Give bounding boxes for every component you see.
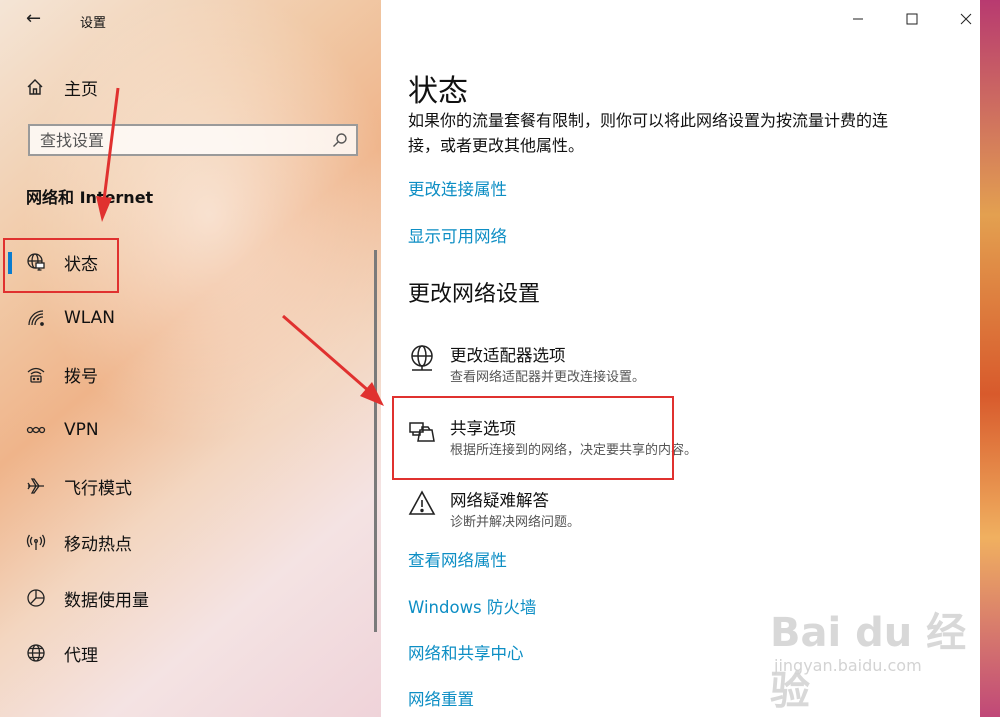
airplane-icon bbox=[26, 476, 46, 496]
change-connection-properties-link[interactable]: 更改连接属性 bbox=[408, 176, 507, 200]
sidebar-scrollbar[interactable] bbox=[374, 250, 377, 632]
data-usage-icon bbox=[26, 588, 46, 608]
sharing-icon bbox=[408, 417, 436, 445]
maximize-icon bbox=[906, 13, 918, 25]
sidebar-item-proxy[interactable]: 代理 bbox=[0, 633, 381, 673]
option-title: 更改适配器选项 bbox=[450, 346, 566, 365]
sidebar-item-label: 移动热点 bbox=[64, 534, 132, 555]
search-input[interactable] bbox=[30, 126, 330, 154]
sidebar-item-label: VPN bbox=[64, 420, 99, 440]
adapter-icon bbox=[408, 344, 436, 372]
sidebar-section-title: 网络和 Internet bbox=[26, 188, 154, 207]
close-icon bbox=[960, 13, 972, 25]
settings-window: ← 设置 主页 网络和 Internet 状态 bbox=[0, 0, 980, 717]
sidebar-item-label: 飞行模式 bbox=[64, 478, 132, 499]
wifi-icon bbox=[26, 308, 46, 328]
desktop-wallpaper bbox=[980, 0, 1000, 717]
sidebar-item-data-usage[interactable]: 数据使用量 bbox=[0, 578, 381, 618]
home-label: 主页 bbox=[64, 79, 98, 100]
globe-icon bbox=[26, 643, 46, 663]
search-box[interactable] bbox=[28, 124, 358, 156]
sidebar-item-vpn[interactable]: VPN bbox=[0, 410, 381, 450]
network-sharing-center-link[interactable]: 网络和共享中心 bbox=[408, 640, 524, 664]
view-network-properties-link[interactable]: 查看网络属性 bbox=[408, 547, 507, 571]
option-title: 网络疑难解答 bbox=[450, 491, 549, 510]
network-reset-link[interactable]: 网络重置 bbox=[408, 686, 474, 710]
option-subtitle: 根据所连接到的网络，决定要共享的内容。 bbox=[450, 443, 698, 458]
home-link[interactable]: 主页 bbox=[26, 74, 98, 100]
sidebar-item-dialup[interactable]: 拨号 bbox=[0, 354, 381, 394]
sidebar-item-label: 代理 bbox=[64, 645, 98, 666]
section-title: 更改网络设置 bbox=[408, 282, 541, 307]
show-available-networks-link[interactable]: 显示可用网络 bbox=[408, 223, 507, 247]
hotspot-icon bbox=[26, 532, 46, 552]
active-indicator bbox=[8, 252, 12, 274]
search-icon[interactable] bbox=[332, 132, 348, 148]
sidebar-item-airplane[interactable]: 飞行模式 bbox=[0, 466, 381, 506]
sidebar-item-label: WLAN bbox=[64, 308, 116, 328]
back-button[interactable]: ← bbox=[26, 8, 41, 29]
globe-monitor-icon bbox=[26, 252, 46, 272]
dialup-icon bbox=[26, 364, 46, 384]
option-title: 共享选项 bbox=[450, 419, 516, 438]
close-button[interactable] bbox=[955, 8, 977, 30]
home-icon bbox=[27, 79, 43, 95]
sharing-options-item[interactable]: 共享选项 根据所连接到的网络，决定要共享的内容。 bbox=[406, 415, 706, 463]
adapter-options-item[interactable]: 更改适配器选项 查看网络适配器并更改连接设置。 bbox=[406, 342, 706, 390]
sidebar: ← 设置 主页 网络和 Internet 状态 bbox=[0, 0, 381, 717]
minimize-button[interactable] bbox=[847, 8, 869, 30]
warning-icon bbox=[408, 489, 436, 517]
option-subtitle: 诊断并解决网络问题。 bbox=[450, 515, 581, 530]
windows-firewall-link[interactable]: Windows 防火墙 bbox=[408, 594, 536, 618]
app-title: 设置 bbox=[80, 16, 107, 31]
vpn-icon bbox=[26, 420, 46, 440]
sidebar-item-label: 状态 bbox=[64, 254, 98, 275]
option-subtitle: 查看网络适配器并更改连接设置。 bbox=[450, 370, 646, 385]
sidebar-item-wlan[interactable]: WLAN bbox=[0, 298, 381, 338]
troubleshoot-item[interactable]: 网络疑难解答 诊断并解决网络问题。 bbox=[406, 487, 706, 535]
page-title: 状态 bbox=[408, 74, 468, 109]
sidebar-item-status[interactable]: 状态 bbox=[0, 242, 381, 282]
sidebar-item-hotspot[interactable]: 移动热点 bbox=[0, 522, 381, 562]
maximize-button[interactable] bbox=[901, 8, 923, 30]
sidebar-item-label: 拨号 bbox=[64, 366, 98, 387]
sidebar-item-label: 数据使用量 bbox=[64, 590, 149, 611]
status-description: 如果你的流量套餐有限制，则你可以将此网络设置为按流量计费的连接，或者更改其他属性… bbox=[408, 111, 889, 155]
main-content: 状态 如果你的流量套餐有限制，则你可以将此网络设置为按流量计费的连接，或者更改其… bbox=[381, 0, 980, 717]
minimize-icon bbox=[853, 18, 863, 20]
